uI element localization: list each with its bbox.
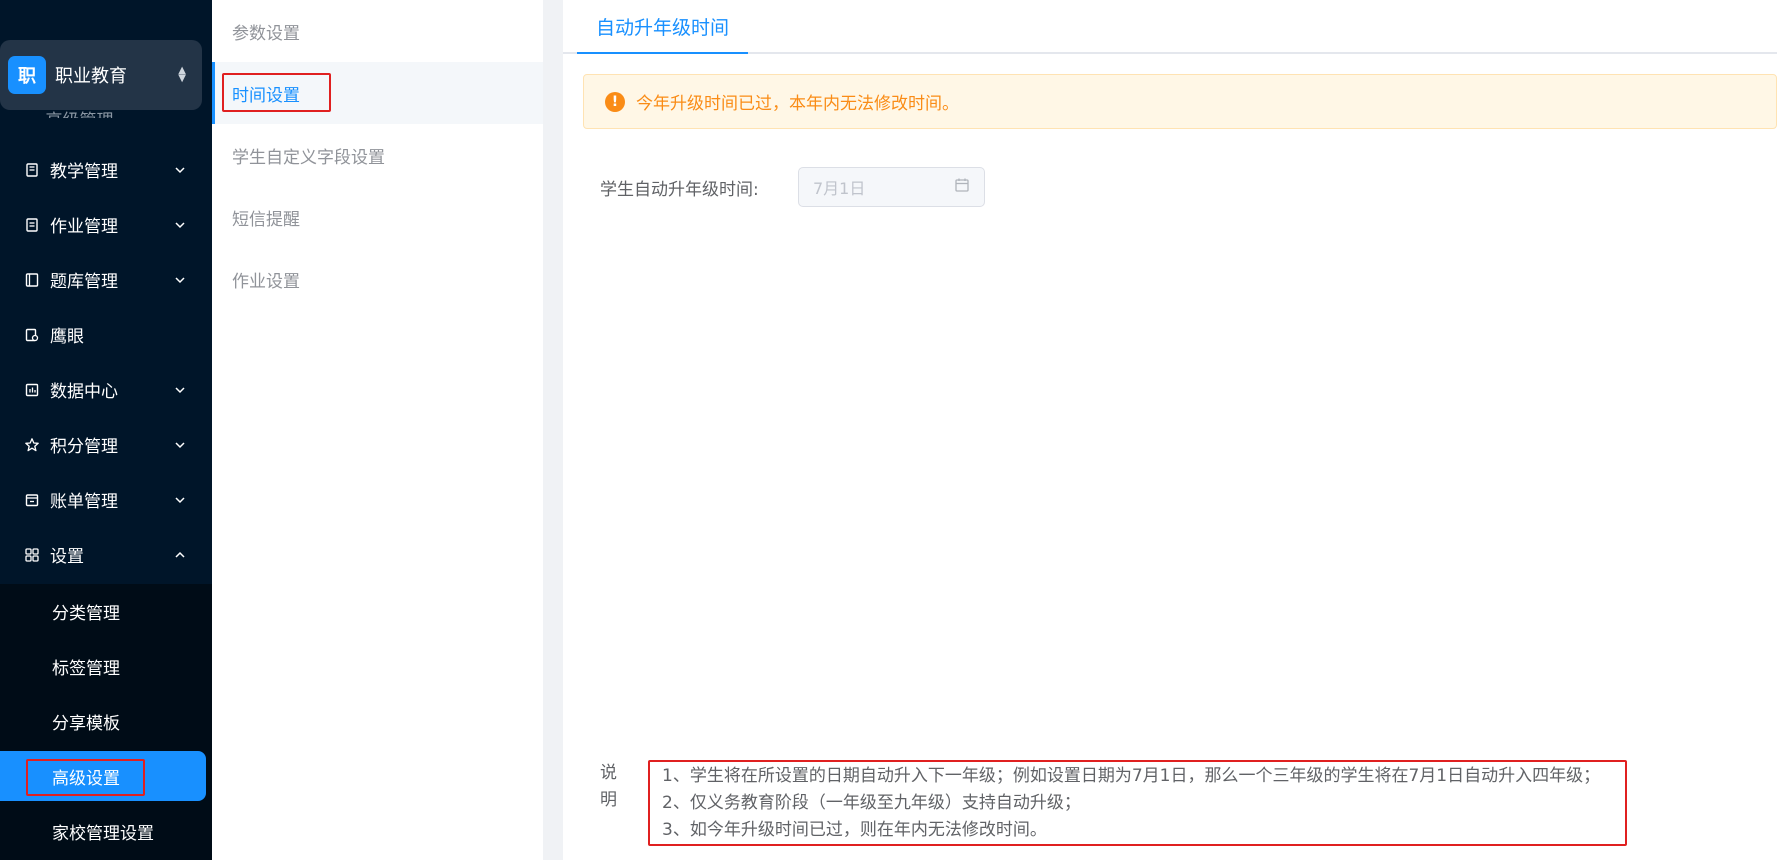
sidebar-menu: 教学管理 作业管理 题库管理 鹰眼 数据中心 积分管理 账单管理 设置 — [0, 142, 212, 582]
notes-box: 1、学生将在所设置的日期自动升入下一年级；例如设置日期为7月1日，那么一个三年级… — [648, 760, 1627, 846]
main-sidebar: ▭ 高级管理 职 职业教育 ▲▼ 教学管理 作业管理 题库管理 鹰眼 数据中心 — [0, 0, 212, 860]
tab-auto-promotion-time[interactable]: 自动升年级时间 — [577, 0, 749, 54]
warning-alert: ! 今年升级时间已过，本年内无法修改时间。 — [583, 74, 1777, 129]
date-value: 7月1日 — [813, 179, 866, 198]
submenu-item-tags[interactable]: 标签管理 — [0, 639, 212, 694]
sidebar-item-label: 鹰眼 — [50, 327, 84, 347]
settings-nav-custom-fields[interactable]: 学生自定义字段设置 — [212, 124, 543, 186]
sidebar-item-label: 题库管理 — [50, 272, 118, 292]
sidebar-item-settings[interactable]: 设置 — [0, 527, 212, 582]
sidebar-item-label: 积分管理 — [50, 437, 118, 457]
sidebar-item-label: 数据中心 — [50, 382, 118, 402]
file-text-icon — [24, 217, 40, 233]
sidebar-item-billing[interactable]: 账单管理 — [0, 472, 212, 527]
chevron-up-icon — [174, 549, 186, 561]
highlight-box — [26, 759, 145, 796]
settings-nav-time[interactable]: 时间设置 — [212, 62, 543, 124]
chevron-down-icon — [174, 439, 186, 451]
content-gutter — [543, 0, 563, 860]
notes-section: 说明 1、学生将在所设置的日期自动升入下一年级；例如设置日期为7月1日，那么一个… — [600, 760, 1627, 846]
star-icon — [24, 437, 40, 453]
chevron-down-icon — [174, 219, 186, 231]
chevron-down-icon — [174, 164, 186, 176]
highlight-box — [222, 73, 331, 112]
notes-label: 说明 — [600, 763, 617, 810]
org-switcher[interactable]: 职 职业教育 ▲ ▼ — [0, 40, 202, 110]
sidebar-item-data-center[interactable]: 数据中心 — [0, 362, 212, 417]
tab-bar: 自动升年级时间 — [563, 0, 1777, 54]
chevron-down-icon — [174, 274, 186, 286]
question-bank-icon — [24, 272, 40, 288]
sidebar-item-label: 设置 — [50, 547, 84, 567]
book-icon — [24, 162, 40, 178]
bill-icon — [24, 492, 40, 508]
settings-nav-sms[interactable]: 短信提醒 — [212, 186, 543, 248]
date-picker-input[interactable]: 7月1日 — [798, 167, 985, 207]
settings-nav-homework[interactable]: 作业设置 — [212, 248, 543, 310]
calendar-icon — [954, 177, 970, 197]
sidebar-item-points[interactable]: 积分管理 — [0, 417, 212, 472]
apps-grid-icon — [24, 547, 40, 563]
switch-arrows-icon[interactable]: ▲ ▼ — [178, 66, 186, 84]
main-content: 自动升年级时间 ! 今年升级时间已过，本年内无法修改时间。 学生自动升年级时间:… — [563, 0, 1777, 860]
sidebar-item-label: 账单管理 — [50, 492, 118, 512]
promotion-time-row: 学生自动升年级时间: 7月1日 — [600, 167, 985, 207]
warning-icon: ! — [605, 91, 625, 112]
sidebar-item-question-bank[interactable]: 题库管理 — [0, 252, 212, 307]
settings-nav: 参数设置 时间设置 学生自定义字段设置 短信提醒 作业设置 — [212, 0, 543, 860]
sidebar-item-homework[interactable]: 作业管理 — [0, 197, 212, 252]
bar-chart-icon — [24, 382, 40, 398]
highlight-box — [648, 760, 1627, 846]
submenu-item-advanced-settings[interactable]: 高级设置 — [0, 751, 206, 801]
settings-submenu: 分类管理 标签管理 分享模板 高级设置 家校管理设置 — [0, 584, 212, 860]
alert-text: 今年升级时间已过，本年内无法修改时间。 — [636, 94, 959, 114]
chevron-down-icon — [174, 384, 186, 396]
sidebar-item-label: 作业管理 — [50, 217, 118, 237]
sidebar-item-eagle-eye[interactable]: 鹰眼 — [0, 307, 212, 362]
org-logo: 职 — [8, 56, 46, 94]
monitor-eye-icon — [24, 327, 40, 343]
submenu-item-category[interactable]: 分类管理 — [0, 584, 212, 639]
chevron-down-icon — [174, 494, 186, 506]
field-label: 学生自动升年级时间: — [600, 179, 759, 200]
org-name: 职业教育 — [55, 66, 127, 87]
submenu-item-share-template[interactable]: 分享模板 — [0, 694, 212, 749]
submenu-item-home-school[interactable]: 家校管理设置 — [0, 804, 212, 859]
sidebar-item-label: 教学管理 — [50, 162, 118, 182]
settings-nav-params[interactable]: 参数设置 — [212, 0, 543, 62]
sidebar-item-teaching[interactable]: 教学管理 — [0, 142, 212, 197]
